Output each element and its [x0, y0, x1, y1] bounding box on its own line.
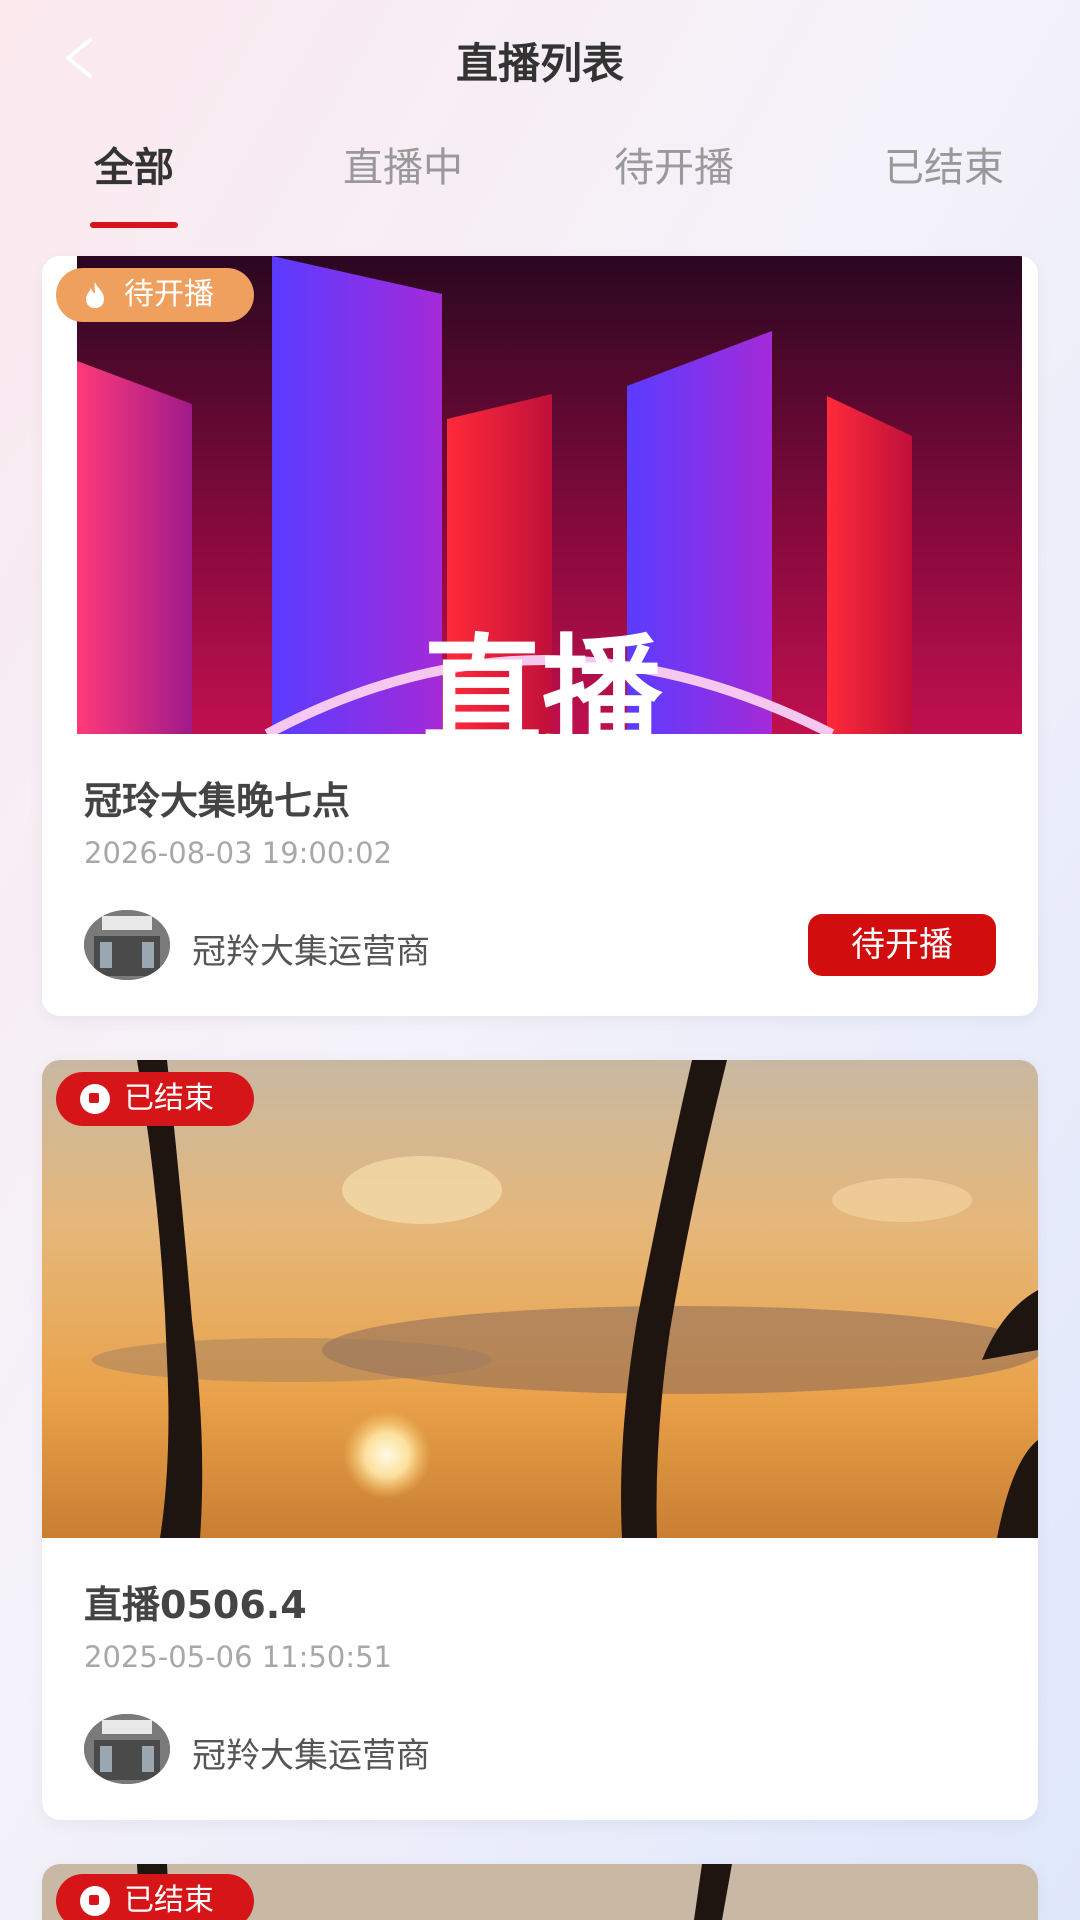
page-title: 直播列表: [455, 39, 624, 88]
tab-all[interactable]: 全部: [34, 140, 234, 230]
stream-card[interactable]: 已结束: [42, 1864, 1038, 1920]
flame-icon: [86, 282, 104, 308]
status-badge: 待开播: [56, 268, 254, 322]
tab-label: 已结束: [884, 145, 1004, 191]
badge-label: 已结束: [124, 1081, 214, 1116]
active-tab-indicator: [90, 222, 178, 228]
badge-label: 待开播: [124, 277, 214, 312]
stream-card[interactable]: 已结束 直播0506.4 2025-05-06 11:50:51 冠羚大集运营商: [42, 1060, 1038, 1820]
tab-ended[interactable]: 已结束: [844, 140, 1044, 230]
stream-title: 直播0506.4: [84, 1583, 307, 1627]
stop-icon: [80, 1084, 110, 1114]
host-name: 冠羚大集运营商: [192, 1736, 430, 1776]
stream-time: 2026-08-03 19:00:02: [84, 836, 392, 870]
tab-label: 直播中: [343, 145, 463, 191]
upcoming-button[interactable]: 待开播: [808, 914, 996, 976]
stream-cover: 已结束: [42, 1060, 1038, 1538]
avatar: [84, 910, 170, 980]
stream-cover: 已结束: [42, 1864, 1038, 1920]
tab-label: 待开播: [614, 145, 734, 191]
stream-time: 2025-05-06 11:50:51: [84, 1640, 392, 1674]
stream-card[interactable]: 直播 待开播 冠玲大集晚七点 2026-08-03 19:00:02 冠羚大集运…: [42, 256, 1038, 1016]
tab-live[interactable]: 直播中: [303, 140, 503, 230]
status-badge: 已结束: [56, 1874, 254, 1920]
host-name: 冠羚大集运营商: [192, 932, 430, 972]
tab-label: 全部: [94, 145, 174, 191]
header: 直播列表: [0, 0, 1080, 118]
status-badge: 已结束: [56, 1072, 254, 1126]
badge-label: 已结束: [124, 1883, 214, 1918]
svg-text:直播: 直播: [422, 624, 663, 734]
stream-cover: 直播 待开播: [42, 256, 1038, 734]
avatar: [84, 1714, 170, 1784]
tab-upcoming[interactable]: 待开播: [574, 140, 774, 230]
tab-bar: 全部 直播中 待开播 已结束: [0, 140, 1080, 240]
stop-icon: [80, 1886, 110, 1916]
stream-title: 冠玲大集晚七点: [84, 779, 351, 823]
